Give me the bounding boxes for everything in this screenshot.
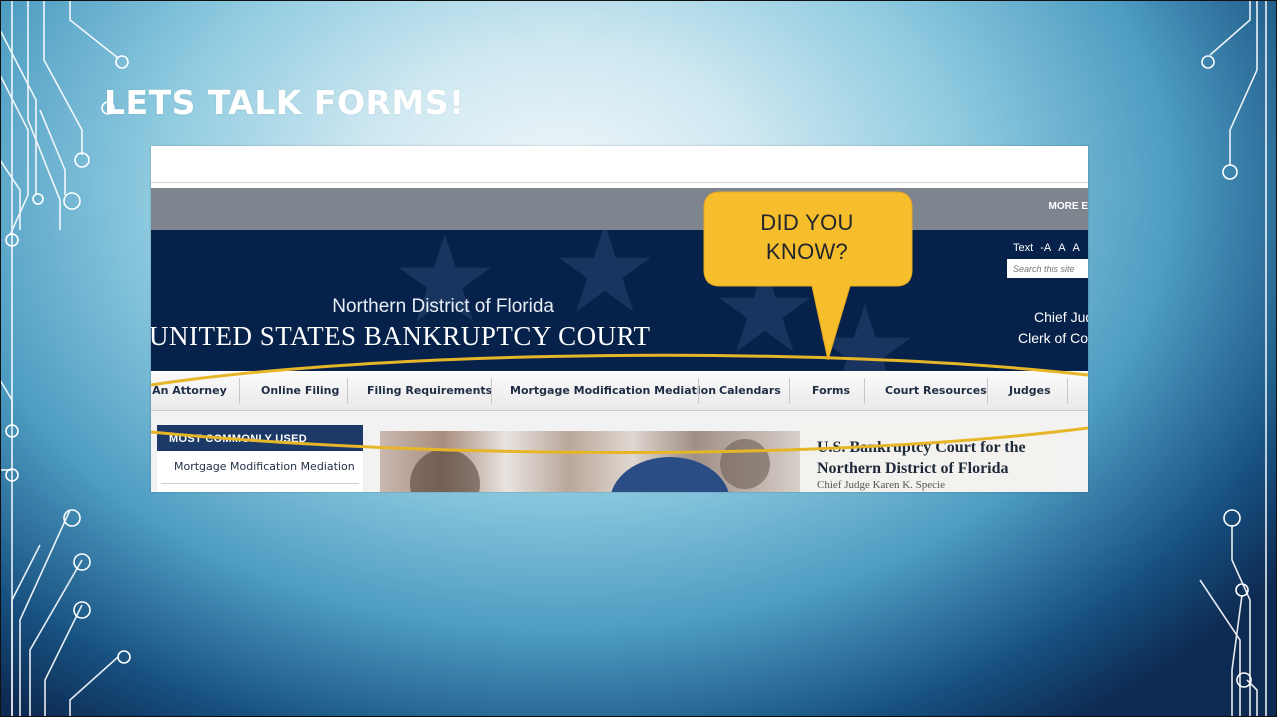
nav-filing-requirements[interactable]: Filing Requirements bbox=[367, 372, 492, 410]
star-watermark-icon: ★ bbox=[551, 230, 659, 337]
did-you-know-callout: DID YOU KNOW? bbox=[728, 208, 886, 266]
star-watermark-icon: ★ bbox=[711, 243, 819, 371]
welcome-subtext: Chief Judge Karen K. Specie bbox=[817, 479, 945, 491]
nav-divider bbox=[491, 378, 492, 404]
nav-divider bbox=[698, 378, 699, 404]
banner-subtitle: Northern District of Florida bbox=[332, 296, 554, 317]
chief-judge-link[interactable]: Chief Jud bbox=[1034, 309, 1088, 325]
site-search-input[interactable] bbox=[1007, 259, 1088, 278]
welcome-panel: U.S. Bankruptcy Court for the Northern D… bbox=[800, 427, 1055, 492]
more-link[interactable]: MORE E bbox=[1049, 201, 1088, 212]
clerk-link[interactable]: Clerk of Co bbox=[1018, 330, 1088, 346]
browser-top-bar bbox=[151, 146, 1088, 183]
page-content: MOST COMMONLY USED Mortgage Modification… bbox=[151, 411, 1088, 492]
text-smaller-button[interactable]: -A bbox=[1040, 242, 1051, 254]
text-larger-button[interactable]: A bbox=[1073, 242, 1080, 254]
slide-title: LETS TALK FORMS! bbox=[104, 83, 465, 122]
court-website-screenshot: MORE E ★ ★ ★ ★ Northern District of Flor… bbox=[151, 146, 1088, 492]
most-commonly-used-heading: MOST COMMONLY USED bbox=[157, 425, 363, 451]
site-banner: ★ ★ ★ ★ Northern District of Florida UNI… bbox=[151, 230, 1088, 371]
nav-divider bbox=[239, 378, 240, 404]
callout-line-1: DID YOU bbox=[760, 210, 854, 235]
nav-divider bbox=[987, 378, 988, 404]
most-commonly-used-panel: MOST COMMONLY USED Mortgage Modification… bbox=[157, 425, 363, 492]
nav-court-resources[interactable]: Court Resources bbox=[885, 372, 987, 410]
nav-divider bbox=[347, 378, 348, 404]
callout-line-2: KNOW? bbox=[765, 239, 849, 264]
welcome-heading-line2: Northern District of Florida bbox=[817, 460, 1009, 477]
text-size-controls: Text -A A A bbox=[1013, 242, 1087, 254]
list-divider bbox=[161, 483, 359, 484]
text-normal-button[interactable]: A bbox=[1058, 242, 1065, 254]
most-used-link-mortgage-modification[interactable]: Mortgage Modification Mediation bbox=[157, 451, 363, 473]
hero-mural-image bbox=[380, 431, 800, 492]
nav-find-attorney[interactable]: t An Attorney bbox=[151, 372, 227, 410]
banner-title[interactable]: UNITED STATES BANKRUPTCY COURT bbox=[151, 321, 651, 352]
nav-divider bbox=[789, 378, 790, 404]
star-watermark-icon: ★ bbox=[811, 283, 919, 371]
main-nav: t An Attorney Online Filing Filing Requi… bbox=[151, 372, 1088, 411]
text-size-label: Text bbox=[1013, 242, 1034, 254]
nav-online-filing[interactable]: Online Filing bbox=[261, 372, 339, 410]
welcome-heading-line1: U.S. Bankruptcy Court for the bbox=[817, 439, 1026, 456]
nav-judges[interactable]: Judges bbox=[1009, 372, 1051, 410]
nav-divider bbox=[1067, 378, 1068, 404]
nav-forms[interactable]: Forms bbox=[812, 372, 850, 410]
nav-mortgage-modification[interactable]: Mortgage Modification Mediation bbox=[510, 372, 716, 410]
nav-calendars[interactable]: Calendars bbox=[719, 372, 781, 410]
nav-divider bbox=[864, 378, 865, 404]
utility-bar: MORE E bbox=[151, 188, 1088, 230]
